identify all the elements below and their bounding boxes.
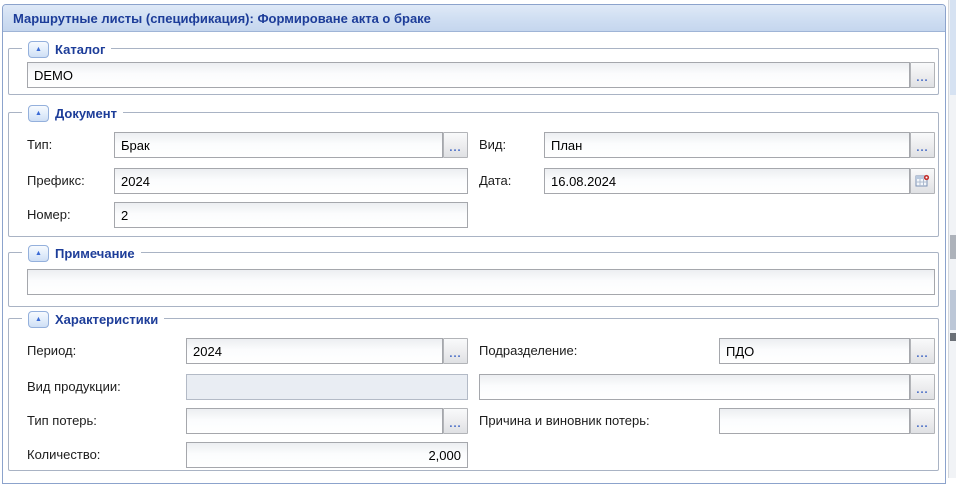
collapse-icon[interactable]: ▲ bbox=[28, 41, 49, 58]
right-scrollbar-strip[interactable] bbox=[948, 0, 956, 478]
document-row-3: Номер: bbox=[27, 202, 935, 228]
date-editor bbox=[544, 168, 935, 194]
group-document: ▲ Документ Тип: ... Вид: ... Префикс: bbox=[8, 112, 939, 237]
number-label: Номер: bbox=[27, 202, 114, 228]
product-name-editor: ... bbox=[479, 374, 935, 400]
group-catalog: ▲ Каталог ... bbox=[8, 48, 939, 95]
catalog-row: ... bbox=[27, 62, 935, 88]
product-kind-editor bbox=[186, 374, 468, 400]
ellipsis-icon: ... bbox=[916, 413, 928, 430]
note-row bbox=[27, 269, 935, 295]
characteristics-row-1: Период: ... Подразделение: ... bbox=[27, 338, 935, 364]
loss-type-editor: ... bbox=[186, 408, 468, 434]
catalog-editor: ... bbox=[27, 62, 935, 88]
scrollbar-marker bbox=[950, 333, 956, 341]
date-input[interactable] bbox=[544, 168, 910, 194]
group-characteristics-legend: ▲ Характеристики bbox=[22, 309, 164, 329]
group-note-legend: ▲ Примечание bbox=[22, 243, 141, 263]
document-row-2: Префикс: Дата: bbox=[27, 168, 935, 194]
loss-type-lookup-button[interactable]: ... bbox=[443, 408, 468, 434]
period-input[interactable] bbox=[186, 338, 443, 364]
calendar-icon bbox=[915, 174, 930, 188]
period-label: Период: bbox=[27, 338, 186, 364]
group-document-title: Документ bbox=[55, 106, 117, 121]
ellipsis-icon: ... bbox=[916, 67, 928, 84]
product-kind-label: Вид продукции: bbox=[27, 374, 186, 400]
collapse-icon[interactable]: ▲ bbox=[28, 311, 49, 328]
type-label: Тип: bbox=[27, 132, 114, 158]
quantity-editor bbox=[186, 442, 468, 468]
prefix-editor bbox=[114, 168, 468, 194]
note-input[interactable] bbox=[27, 269, 935, 295]
catalog-lookup-button[interactable]: ... bbox=[910, 62, 935, 88]
product-kind-input bbox=[186, 374, 468, 400]
characteristics-row-3: Тип потерь: ... Причина и виновник потер… bbox=[27, 408, 935, 434]
loss-reason-label: Причина и виновник потерь: bbox=[479, 408, 719, 434]
department-editor: ... bbox=[719, 338, 935, 364]
number-editor bbox=[114, 202, 468, 228]
characteristics-row-4: Количество: bbox=[27, 442, 935, 468]
date-label: Дата: bbox=[479, 168, 544, 194]
kind-input[interactable] bbox=[544, 132, 910, 158]
window-title: Маршрутные листы (спецификация): Формиро… bbox=[3, 5, 945, 32]
ellipsis-icon: ... bbox=[916, 137, 928, 154]
collapse-icon[interactable]: ▲ bbox=[28, 105, 49, 122]
form-window: Маршрутные листы (спецификация): Формиро… bbox=[2, 4, 946, 484]
loss-reason-lookup-button[interactable]: ... bbox=[910, 408, 935, 434]
group-catalog-title: Каталог bbox=[55, 42, 105, 57]
group-document-legend: ▲ Документ bbox=[22, 103, 123, 123]
scrollbar-segment bbox=[950, 290, 956, 330]
kind-editor: ... bbox=[544, 132, 935, 158]
document-row-1: Тип: ... Вид: ... bbox=[27, 132, 935, 158]
scrollbar-segment bbox=[950, 0, 956, 95]
type-editor: ... bbox=[114, 132, 468, 158]
loss-type-label: Тип потерь: bbox=[27, 408, 186, 434]
ellipsis-icon: ... bbox=[916, 343, 928, 360]
catalog-input[interactable] bbox=[27, 62, 910, 88]
collapse-icon[interactable]: ▲ bbox=[28, 245, 49, 262]
type-lookup-button[interactable]: ... bbox=[443, 132, 468, 158]
scrollbar-thumb[interactable] bbox=[950, 235, 956, 259]
prefix-label: Префикс: bbox=[27, 168, 114, 194]
kind-lookup-button[interactable]: ... bbox=[910, 132, 935, 158]
ellipsis-icon: ... bbox=[449, 413, 461, 430]
group-characteristics: ▲ Характеристики Период: ... Подразделен… bbox=[8, 318, 939, 471]
group-note: ▲ Примечание bbox=[8, 252, 939, 307]
date-picker-button[interactable] bbox=[910, 168, 935, 194]
number-input[interactable] bbox=[114, 202, 468, 228]
period-lookup-button[interactable]: ... bbox=[443, 338, 468, 364]
prefix-input[interactable] bbox=[114, 168, 468, 194]
loss-type-input[interactable] bbox=[186, 408, 443, 434]
loss-reason-editor: ... bbox=[719, 408, 935, 434]
ellipsis-icon: ... bbox=[449, 343, 461, 360]
quantity-input[interactable] bbox=[186, 442, 468, 468]
characteristics-row-2: Вид продукции: ... bbox=[27, 374, 935, 400]
type-input[interactable] bbox=[114, 132, 443, 158]
kind-label: Вид: bbox=[479, 132, 544, 158]
group-characteristics-title: Характеристики bbox=[55, 312, 158, 327]
group-note-title: Примечание bbox=[55, 246, 135, 261]
ellipsis-icon: ... bbox=[916, 379, 928, 396]
department-label: Подразделение: bbox=[479, 338, 719, 364]
loss-reason-input[interactable] bbox=[719, 408, 910, 434]
note-editor bbox=[27, 269, 935, 295]
period-editor: ... bbox=[186, 338, 468, 364]
product-name-input[interactable] bbox=[479, 374, 910, 400]
group-catalog-legend: ▲ Каталог bbox=[22, 39, 111, 59]
product-name-lookup-button[interactable]: ... bbox=[910, 374, 935, 400]
ellipsis-icon: ... bbox=[449, 137, 461, 154]
department-lookup-button[interactable]: ... bbox=[910, 338, 935, 364]
quantity-label: Количество: bbox=[27, 442, 186, 468]
department-input[interactable] bbox=[719, 338, 910, 364]
